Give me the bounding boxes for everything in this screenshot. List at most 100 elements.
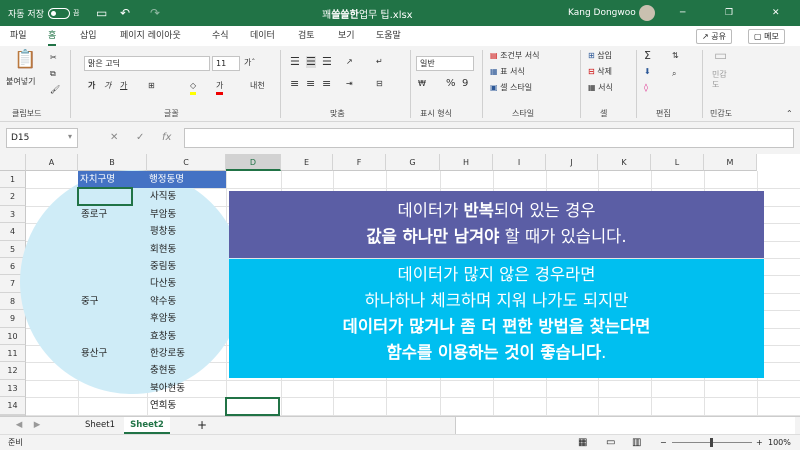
- align-center-icon[interactable]: ≡: [306, 78, 315, 90]
- cancel-icon[interactable]: ✕: [110, 132, 118, 143]
- cell-dong[interactable]: 부암동: [150, 206, 176, 223]
- share-button[interactable]: ↗ 공유: [696, 29, 732, 44]
- bold-button[interactable]: 가: [88, 80, 95, 92]
- cell-style-button[interactable]: ▣ 셀 스타일: [490, 82, 532, 94]
- underline-button[interactable]: 가: [120, 80, 127, 92]
- column-header-f[interactable]: F: [333, 154, 386, 171]
- cell-dong[interactable]: 충현동: [150, 362, 176, 379]
- cell-b2-highlight[interactable]: [77, 187, 133, 206]
- column-header-h[interactable]: H: [440, 154, 493, 171]
- border-icon[interactable]: ⊞: [148, 80, 155, 92]
- row-header-2[interactable]: 2: [0, 188, 26, 206]
- tab-formulas[interactable]: 수식: [212, 26, 229, 46]
- tab-home[interactable]: 홈: [48, 26, 57, 46]
- orientation-icon[interactable]: ↗: [346, 56, 353, 68]
- percent-icon[interactable]: %: [446, 78, 456, 90]
- column-header-l[interactable]: L: [651, 154, 704, 171]
- fill-icon[interactable]: ⬇: [644, 66, 651, 78]
- add-sheet-button[interactable]: +: [192, 417, 212, 434]
- zoom-slider-thumb[interactable]: [710, 438, 713, 447]
- tab-review[interactable]: 검토: [298, 26, 315, 46]
- zoom-level[interactable]: 100%: [768, 435, 791, 450]
- close-icon[interactable]: ✕: [772, 0, 780, 26]
- normal-view-icon[interactable]: ▦: [578, 435, 587, 450]
- name-box-dropdown-icon[interactable]: ▾: [68, 132, 72, 141]
- italic-button[interactable]: 가: [104, 80, 111, 92]
- cell-district[interactable]: 종로구: [81, 206, 107, 223]
- delete-cells-button[interactable]: ⊟ 삭제: [588, 66, 612, 78]
- format-painter-icon[interactable]: 🖌: [50, 84, 60, 96]
- insert-function-icon[interactable]: fx: [162, 132, 171, 143]
- align-bottom-icon[interactable]: ☰: [322, 56, 332, 68]
- formula-input[interactable]: [184, 128, 794, 148]
- cell-dong[interactable]: 사직동: [150, 188, 176, 205]
- column-header-c[interactable]: C: [147, 154, 226, 171]
- avatar[interactable]: [639, 5, 655, 21]
- tab-insert[interactable]: 삽입: [80, 26, 97, 46]
- paste-button[interactable]: 붙여넣기: [6, 76, 35, 88]
- paste-icon[interactable]: 📋: [14, 50, 36, 70]
- cell-dong[interactable]: 평창동: [150, 223, 176, 240]
- merge-icon[interactable]: ⊟: [376, 78, 383, 90]
- column-header-k[interactable]: K: [598, 154, 651, 171]
- sensitivity-icon[interactable]: ▭: [714, 49, 727, 63]
- row-header-12[interactable]: 12: [0, 362, 26, 380]
- sheet-tab-sheet1[interactable]: Sheet1: [78, 417, 122, 434]
- row-header-11[interactable]: 11: [0, 345, 26, 363]
- column-header-b[interactable]: B: [78, 154, 147, 171]
- zoom-out-button[interactable]: −: [660, 435, 667, 450]
- autosave[interactable]: 자동 저장 끔: [8, 0, 79, 26]
- cell-dong[interactable]: 한강로동: [150, 345, 185, 362]
- memo-button[interactable]: ▢ 메모: [748, 29, 785, 44]
- undo-icon[interactable]: ↶: [120, 0, 130, 26]
- align-middle-icon[interactable]: ☰: [306, 56, 316, 68]
- zoom-in-button[interactable]: +: [756, 435, 763, 450]
- conditional-format-button[interactable]: ▤ 조건부 서식: [490, 50, 539, 62]
- font-name-select[interactable]: 맑은 고딕: [84, 56, 210, 71]
- header-district[interactable]: 자치구명: [78, 171, 147, 188]
- redo-icon[interactable]: ↷: [150, 0, 160, 26]
- font-size-select[interactable]: 11: [212, 56, 240, 71]
- row-header-1[interactable]: 1: [0, 171, 26, 189]
- cut-icon[interactable]: ✂: [50, 52, 57, 64]
- fill-color-icon[interactable]: ◇: [190, 80, 197, 95]
- comma-icon[interactable]: 9: [462, 78, 468, 90]
- row-header-10[interactable]: 10: [0, 327, 26, 345]
- clear-icon[interactable]: ◊: [644, 82, 648, 94]
- select-all-corner[interactable]: [0, 154, 26, 171]
- tab-data[interactable]: 데이터: [250, 26, 275, 46]
- find-icon[interactable]: ⌕: [672, 68, 676, 80]
- page-break-view-icon[interactable]: ▥: [632, 435, 641, 450]
- row-header-3[interactable]: 3: [0, 205, 26, 224]
- sensitivity-button[interactable]: 민감 도: [712, 70, 727, 90]
- active-cell-d15[interactable]: [225, 397, 280, 416]
- column-header-g[interactable]: G: [386, 154, 440, 171]
- cell-dong[interactable]: 후암동: [150, 310, 176, 327]
- format-cells-button[interactable]: ▦ 서식: [588, 82, 613, 94]
- tab-view[interactable]: 보기: [338, 26, 355, 46]
- column-header-i[interactable]: I: [493, 154, 546, 171]
- autosum-icon[interactable]: Σ: [644, 50, 651, 62]
- restore-icon[interactable]: ❐: [725, 0, 733, 26]
- phonetic-icon[interactable]: 내천: [250, 80, 265, 92]
- cell-dong[interactable]: 회현동: [150, 241, 176, 258]
- copy-icon[interactable]: ⧉: [50, 68, 56, 80]
- tab-help[interactable]: 도움말: [376, 26, 401, 46]
- save-icon[interactable]: ▭: [96, 0, 107, 26]
- row-header-14[interactable]: 14: [0, 397, 26, 415]
- sort-filter-icon[interactable]: ⇅: [672, 50, 679, 62]
- insert-cells-button[interactable]: ⊞ 삽입: [588, 50, 612, 62]
- cell-dong[interactable]: 중림동: [150, 258, 176, 275]
- tab-page-layout[interactable]: 페이지 레이아웃: [120, 26, 181, 46]
- align-top-icon[interactable]: ☰: [290, 56, 300, 68]
- number-format-select[interactable]: 일반: [416, 56, 474, 71]
- wrap-text-icon[interactable]: ↵: [376, 56, 383, 68]
- font-color-icon[interactable]: 가: [216, 80, 224, 95]
- enter-icon[interactable]: ✓: [136, 132, 144, 143]
- horizontal-scrollbar[interactable]: [455, 417, 795, 434]
- currency-icon[interactable]: ₩: [418, 78, 426, 90]
- align-right-icon[interactable]: ≡: [322, 78, 331, 90]
- next-sheet-icon[interactable]: ▶: [30, 417, 44, 434]
- cell-dong[interactable]: 연희동: [150, 397, 176, 414]
- indent-icon[interactable]: ⇥: [346, 78, 353, 90]
